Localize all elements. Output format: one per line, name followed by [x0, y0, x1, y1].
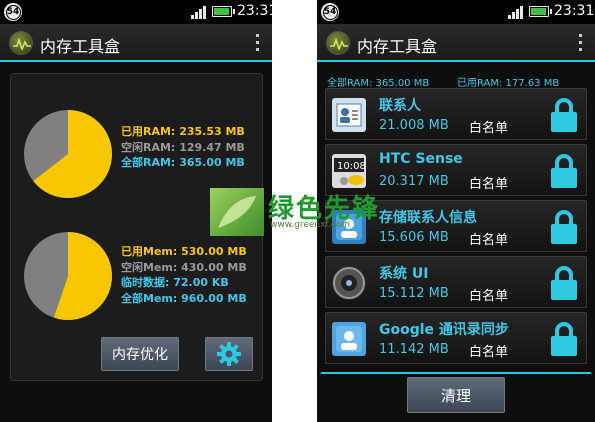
- list-item[interactable]: 系统 UI 15.112 MB 白名单: [325, 256, 587, 308]
- battery-icon: [212, 6, 235, 17]
- settings-button[interactable]: [205, 337, 253, 371]
- app-memory-size: 15.606 MB: [379, 230, 449, 245]
- status-bar: 54 23:31: [0, 0, 272, 24]
- whitelist-tag: 白名单: [469, 345, 509, 360]
- signal-icon: [508, 5, 526, 19]
- status-bar: 54 23:31: [317, 0, 595, 24]
- clock: 23:31: [554, 3, 595, 19]
- lock-icon[interactable]: [550, 97, 578, 133]
- whitelist-tag: 白名单: [469, 121, 509, 136]
- google-contacts-sync-icon: [332, 322, 366, 356]
- whitelist-tag: 白名单: [469, 177, 509, 192]
- whitelist-tag: 白名单: [469, 289, 509, 304]
- app-title: 内存工具盒: [357, 37, 438, 56]
- signal-icon: [191, 5, 209, 19]
- watermark-url: www.greenxf.com: [270, 220, 351, 230]
- list-item[interactable]: 联系人 21.008 MB 白名单: [325, 88, 587, 140]
- app-name: 存储联系人信息: [379, 210, 477, 226]
- watermark: 绿色先锋 www.greenxf.com: [210, 188, 385, 238]
- notification-count: 54: [5, 4, 21, 20]
- watermark-logo-icon: [210, 188, 264, 236]
- mem-pie-chart: [24, 232, 112, 320]
- optimize-memory-button[interactable]: 内存优化: [101, 337, 179, 371]
- svg-text:10:08: 10:08: [337, 161, 366, 172]
- divider: [321, 372, 591, 374]
- app-memory-size: 20.317 MB: [379, 174, 449, 189]
- app-name: HTC Sense: [379, 151, 463, 167]
- app-memory-size: 15.112 MB: [379, 286, 449, 301]
- app-memory-size: 11.142 MB: [379, 342, 449, 357]
- notification-badge[interactable]: 54: [321, 3, 339, 21]
- overflow-menu-icon[interactable]: [579, 34, 583, 52]
- whitelist-tag: 白名单: [469, 233, 509, 248]
- contacts-icon: [332, 98, 366, 132]
- battery-icon: [529, 6, 552, 17]
- app-title: 内存工具盒: [40, 37, 121, 56]
- lock-icon[interactable]: [550, 265, 578, 301]
- title-bar: 内存工具盒: [317, 24, 595, 62]
- clock: 23:31: [237, 3, 272, 19]
- app-name: 联系人: [379, 98, 421, 114]
- app-name: 系统 UI: [379, 266, 429, 282]
- title-bar: 内存工具盒: [0, 24, 272, 62]
- notification-count: 54: [322, 4, 338, 20]
- app-logo-icon: [326, 31, 350, 55]
- total-ram-summary: 全部RAM: 365.00 MB: [327, 78, 430, 89]
- mem-legend: 已用Mem: 530.00 MB 空闲Mem: 430.00 MB 临时数据: …: [121, 245, 247, 305]
- htc-sense-icon: 10:08: [332, 154, 366, 188]
- app-name: Google 通讯录同步: [379, 322, 509, 338]
- overflow-menu-icon[interactable]: [256, 34, 260, 52]
- notification-badge[interactable]: 54: [4, 3, 22, 21]
- ram-pie-chart: [24, 110, 112, 198]
- gear-icon: [217, 342, 241, 366]
- lock-icon[interactable]: [550, 321, 578, 357]
- lock-icon[interactable]: [550, 209, 578, 245]
- app-memory-size: 21.008 MB: [379, 118, 449, 133]
- app-logo-icon: [9, 31, 33, 55]
- used-ram-summary: 已用RAM: 177.63 MB: [457, 78, 560, 89]
- ram-legend: 已用RAM: 235.53 MB 空闲RAM: 129.47 MB 全部RAM:…: [121, 125, 245, 169]
- list-item[interactable]: Google 通讯录同步 11.142 MB 白名单: [325, 312, 587, 364]
- lock-icon[interactable]: [550, 153, 578, 189]
- system-ui-icon: [332, 266, 366, 300]
- clean-button[interactable]: 清理: [407, 377, 505, 413]
